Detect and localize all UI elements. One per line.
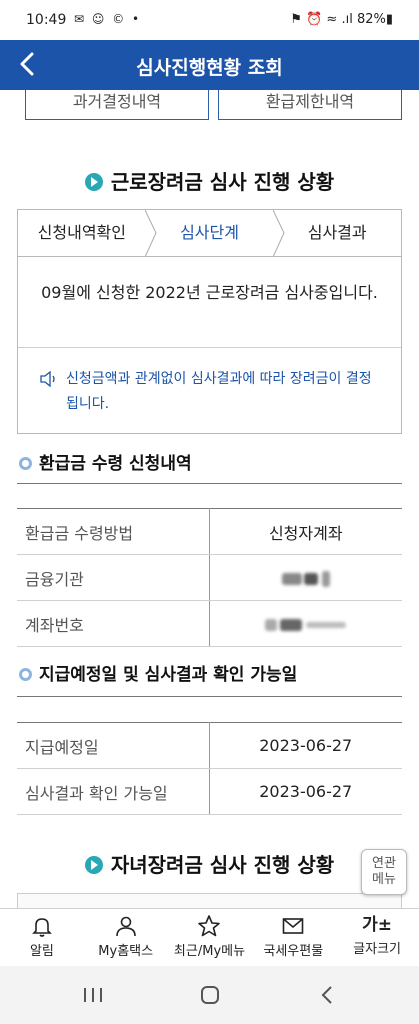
star-icon — [198, 915, 221, 937]
status-time: 10:49 — [26, 12, 67, 28]
play-bullet-icon — [84, 856, 103, 874]
progress-steps: 신청내역확인 심사단계 심사결과 — [17, 209, 402, 257]
main-content: 과거결정내역 환급제한내역 근로장려금 심사 진행 상황 신청내역확인 심사단계… — [0, 90, 419, 908]
row-value: 2023-06-27 — [209, 722, 402, 769]
bank-name-redacted — [209, 554, 402, 601]
person-icon — [115, 916, 136, 937]
row-label: 지급예정일 — [17, 722, 210, 769]
nav-my-hometax[interactable]: My홈택스 — [84, 909, 168, 966]
mail-icon — [282, 918, 304, 934]
recent-apps-icon — [84, 988, 102, 1002]
row-value: 신청자계좌 — [209, 508, 402, 555]
account-number-redacted — [209, 600, 402, 647]
work-incentive-heading: 근로장려금 심사 진행 상황 — [0, 166, 419, 195]
divider — [17, 696, 402, 697]
notification-icons: ✉ ☺ © • — [74, 12, 142, 26]
redaction-blur — [303, 572, 318, 585]
row-label: 환급금 수령방법 — [17, 508, 210, 555]
recent-apps-button[interactable] — [73, 980, 113, 1010]
refund-limit-button[interactable]: 환급제한내역 — [218, 90, 402, 120]
nav-alerts[interactable]: 알림 — [0, 909, 84, 966]
status-bar: 10:49 ✉ ☺ © • ⚑ ⏰ ≈ .ıl 82%▮ — [0, 0, 419, 40]
divider — [17, 483, 402, 484]
row-label: 금융기관 — [17, 554, 210, 601]
system-nav-bar — [0, 966, 419, 1024]
speaker-icon — [40, 371, 55, 387]
system-back-button[interactable] — [307, 980, 347, 1010]
bell-icon — [31, 918, 52, 937]
nav-label: 국세우편물 — [263, 944, 324, 959]
nav-font-size[interactable]: 가± 글자크기 — [335, 909, 419, 966]
redaction-blur — [321, 570, 330, 587]
nav-label: My홈택스 — [98, 944, 154, 959]
back-chevron-icon — [321, 986, 332, 1004]
related-menu-label-line2: 메뉴 — [372, 872, 396, 887]
related-menu-label-line1: 연관 — [372, 856, 396, 871]
notice-text: 신청금액과 관계없이 심사결과에 따라 장려금이 결정됩니다. — [66, 371, 372, 412]
child-steps-peek — [17, 893, 402, 908]
payment-schedule-title: 지급예정일 및 심사결과 확인 가능일 — [39, 665, 298, 685]
table-row: 환급금 수령방법 신청자계좌 — [17, 508, 402, 555]
system-status-icons: ⚑ ⏰ ≈ .ıl 82%▮ — [290, 12, 393, 27]
ring-bullet-icon — [19, 668, 32, 681]
status-message-box: 09월에 신청한 2022년 근로장려금 심사중입니다. 신청금액과 관계없이 … — [17, 256, 402, 434]
divider — [18, 347, 401, 348]
refund-receipt-title: 환급금 수령 신청내역 — [39, 454, 192, 474]
page-title: 심사진행현황 조회 — [136, 57, 283, 79]
step-result[interactable]: 심사결과 — [273, 210, 401, 257]
bottom-nav: 알림 My홈택스 최근/My메뉴 국세우편물 가± 글자크기 — [0, 908, 419, 966]
nav-recent-my-menu[interactable]: 최근/My메뉴 — [168, 909, 252, 966]
redaction-blur — [265, 618, 278, 631]
row-label: 심사결과 확인 가능일 — [17, 768, 210, 815]
related-menu-button[interactable]: 연관 메뉴 — [361, 849, 407, 895]
nav-tax-mail[interactable]: 국세우편물 — [251, 909, 335, 966]
nav-label: 최근/My메뉴 — [173, 944, 246, 959]
redaction-blur — [281, 572, 302, 585]
row-label: 계좌번호 — [17, 600, 210, 647]
payment-schedule-heading: 지급예정일 및 심사결과 확인 가능일 — [19, 660, 297, 685]
child-incentive-title: 자녀장려금 심사 진행 상황 — [110, 853, 335, 877]
refund-receipt-table: 환급금 수령방법 신청자계좌 금융기관 계좌번호 — [17, 508, 402, 647]
payment-schedule-table: 지급예정일 2023-06-27 심사결과 확인 가능일 2023-06-27 — [17, 722, 402, 815]
step-divider-icon — [145, 210, 157, 257]
table-row: 지급예정일 2023-06-27 — [17, 722, 402, 769]
redaction-blur — [306, 621, 347, 628]
redaction-blur — [280, 618, 303, 631]
step-review[interactable]: 심사단계 — [146, 210, 274, 257]
table-row: 심사결과 확인 가능일 2023-06-27 — [17, 768, 402, 815]
nav-label: 글자크기 — [353, 942, 401, 957]
table-row: 계좌번호 — [17, 600, 402, 647]
play-bullet-icon — [84, 173, 103, 191]
past-decision-button[interactable]: 과거결정내역 — [25, 90, 209, 120]
home-button[interactable] — [190, 980, 230, 1010]
child-incentive-heading: 자녀장려금 심사 진행 상황 — [0, 849, 419, 878]
status-message: 09월에 신청한 2022년 근로장려금 심사중입니다. — [41, 283, 378, 302]
ring-bullet-icon — [19, 457, 32, 470]
row-value: 2023-06-27 — [209, 768, 402, 815]
font-size-icon: 가± — [362, 915, 393, 935]
work-incentive-title: 근로장려금 심사 진행 상황 — [110, 170, 335, 194]
app-bar: 심사진행현황 조회 — [0, 40, 419, 90]
step-application-check[interactable]: 신청내역확인 — [18, 210, 146, 257]
home-icon — [201, 986, 219, 1004]
refund-receipt-heading: 환급금 수령 신청내역 — [19, 449, 192, 474]
step-divider-icon — [273, 210, 285, 257]
table-row: 금융기관 — [17, 554, 402, 601]
nav-label: 알림 — [29, 944, 54, 959]
